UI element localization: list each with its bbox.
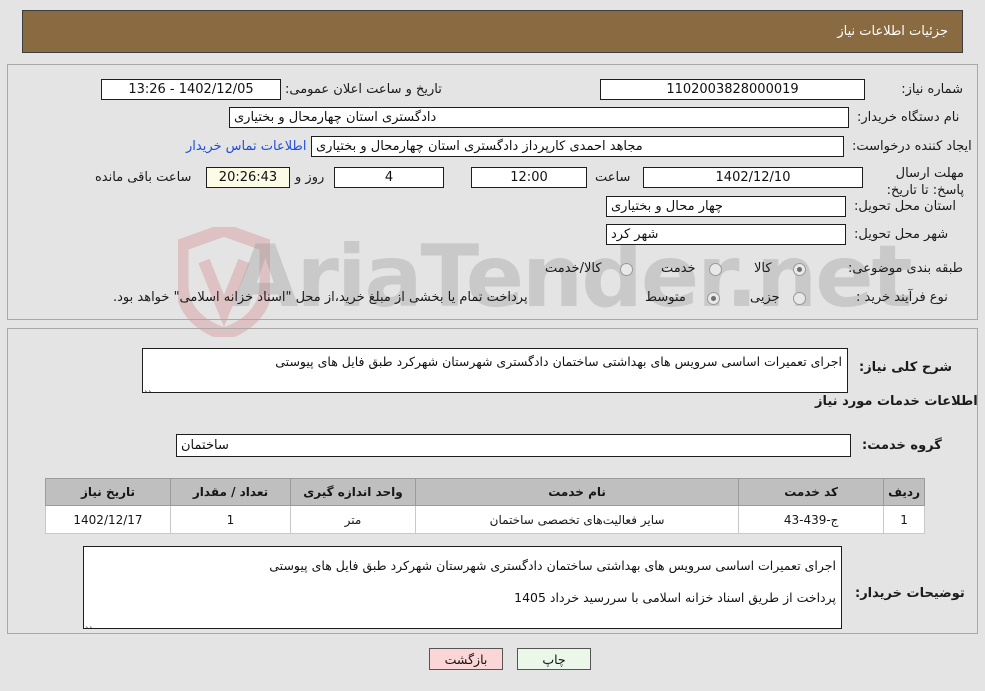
general-desc-label: شرح کلی نیاز:: [859, 360, 953, 375]
cell-need-date: 1402/12/17: [45, 505, 171, 534]
radio-category-kala[interactable]: [793, 263, 806, 276]
buyer-org-label: نام دستگاه خریدار:: [857, 110, 960, 125]
buyer-notes-label: توضیحات خریدار:: [855, 586, 965, 601]
radio-category-kala-label: کالا: [754, 261, 772, 276]
cell-service-name: سایر فعالیت‌های تخصصی ساختمان: [414, 505, 740, 534]
cell-quantity: 1: [170, 505, 291, 534]
page-title: جزئیات اطلاعات نیاز: [837, 24, 948, 39]
remaining-clock-value: 20:26:43: [206, 167, 290, 188]
remaining-days-unit: روز و: [295, 170, 325, 185]
remaining-days-value: 4: [334, 167, 444, 188]
buyer-notes-line-2: پرداخت از طریق اسناد خزانه اسلامی با سرر…: [514, 590, 836, 605]
th-quantity: تعداد / مقدار: [170, 478, 291, 506]
general-desc-textarea[interactable]: اجرای تعمیرات اساسی سرویس های بهداشتی سا…: [142, 348, 848, 393]
table-row: 1 ج-439-43 سایر فعالیت‌های تخصصی ساختمان…: [45, 505, 925, 534]
creator-label: ایجاد کننده درخواست:: [852, 139, 972, 154]
summary-panel: [7, 64, 978, 320]
service-group-value[interactable]: ساختمان: [176, 434, 851, 457]
deadline-time-label: ساعت: [595, 170, 631, 185]
need-number-value: 1102003828000019: [600, 79, 865, 100]
radio-category-kala-khedmat-label: کالا/خدمت: [545, 261, 602, 276]
deadline-label: مهلت ارسال پاسخ: تا تاریخ:: [886, 166, 964, 198]
radio-category-khedmat-label: خدمت: [661, 261, 696, 276]
resize-grip-icon[interactable]: [85, 617, 96, 628]
delivery-province-label: استان محل تحویل:: [854, 199, 956, 214]
delivery-province-value: چهار محال و بختیاری: [606, 196, 846, 217]
page-title-bar: جزئیات اطلاعات نیاز: [22, 10, 963, 53]
buyer-notes-textarea[interactable]: اجرای تعمیرات اساسی سرویس های بهداشتی سا…: [83, 546, 842, 629]
table-header-row: ردیف کد خدمت نام خدمت واحد اندازه گیری ت…: [45, 478, 925, 506]
radio-category-khedmat[interactable]: [709, 263, 722, 276]
announce-value: 13:26 - 1402/12/05: [101, 79, 281, 100]
cell-unit: متر: [290, 505, 416, 534]
back-button[interactable]: بازگشت: [429, 648, 503, 670]
th-service-name: نام خدمت: [414, 478, 740, 506]
page-root: AriaTender.net جزئیات اطلاعات نیاز شماره…: [0, 0, 985, 691]
announce-label: تاریخ و ساعت اعلان عمومی:: [285, 82, 442, 97]
payment-note: پرداخت تمام یا بخشی از مبلغ خرید،از محل …: [113, 290, 528, 305]
deadline-date-value: 1402/12/10: [643, 167, 863, 188]
general-desc-value: اجرای تعمیرات اساسی سرویس های بهداشتی سا…: [275, 354, 842, 369]
delivery-city-label: شهر محل تحویل:: [854, 227, 949, 242]
creator-value: مجاهد احمدی کارپرداز دادگستری استان چهار…: [311, 136, 844, 157]
delivery-city-value: شهر کرد: [606, 224, 846, 245]
radio-process-motavaset-label: متوسط: [645, 290, 686, 305]
radio-process-motavaset[interactable]: [707, 292, 720, 305]
deadline-time-value: 12:00: [471, 167, 587, 188]
cell-row-no: 1: [883, 505, 925, 534]
process-label: نوع فرآیند خرید :: [856, 290, 948, 305]
buyer-org-value: دادگستری استان چهارمحال و بختیاری: [229, 107, 849, 128]
buyer-notes-line-1: اجرای تعمیرات اساسی سرویس های بهداشتی سا…: [269, 558, 836, 573]
cell-service-code: ج-439-43: [738, 505, 885, 534]
need-number-label: شماره نیاز:: [901, 82, 963, 97]
category-label: طبقه بندی موضوعی:: [848, 261, 964, 276]
service-group-label: گروه خدمت:: [862, 438, 942, 453]
services-table: ردیف کد خدمت نام خدمت واحد اندازه گیری ت…: [45, 478, 925, 534]
radio-process-jozi[interactable]: [793, 292, 806, 305]
th-service-code: کد خدمت: [738, 478, 885, 506]
th-unit: واحد اندازه گیری: [290, 478, 416, 506]
radio-process-jozi-label: جزیی: [750, 290, 780, 305]
radio-category-kala-khedmat[interactable]: [620, 263, 633, 276]
th-row-no: ردیف: [883, 478, 925, 506]
buyer-contact-link[interactable]: اطلاعات تماس خریدار: [186, 139, 306, 154]
print-button[interactable]: چاپ: [517, 648, 591, 670]
services-heading: اطلاعات خدمات مورد نیاز: [815, 394, 978, 409]
resize-grip-icon[interactable]: [144, 381, 155, 392]
th-need-date: تاریخ نیاز: [45, 478, 171, 506]
remaining-suffix-label: ساعت باقی مانده: [95, 170, 192, 185]
